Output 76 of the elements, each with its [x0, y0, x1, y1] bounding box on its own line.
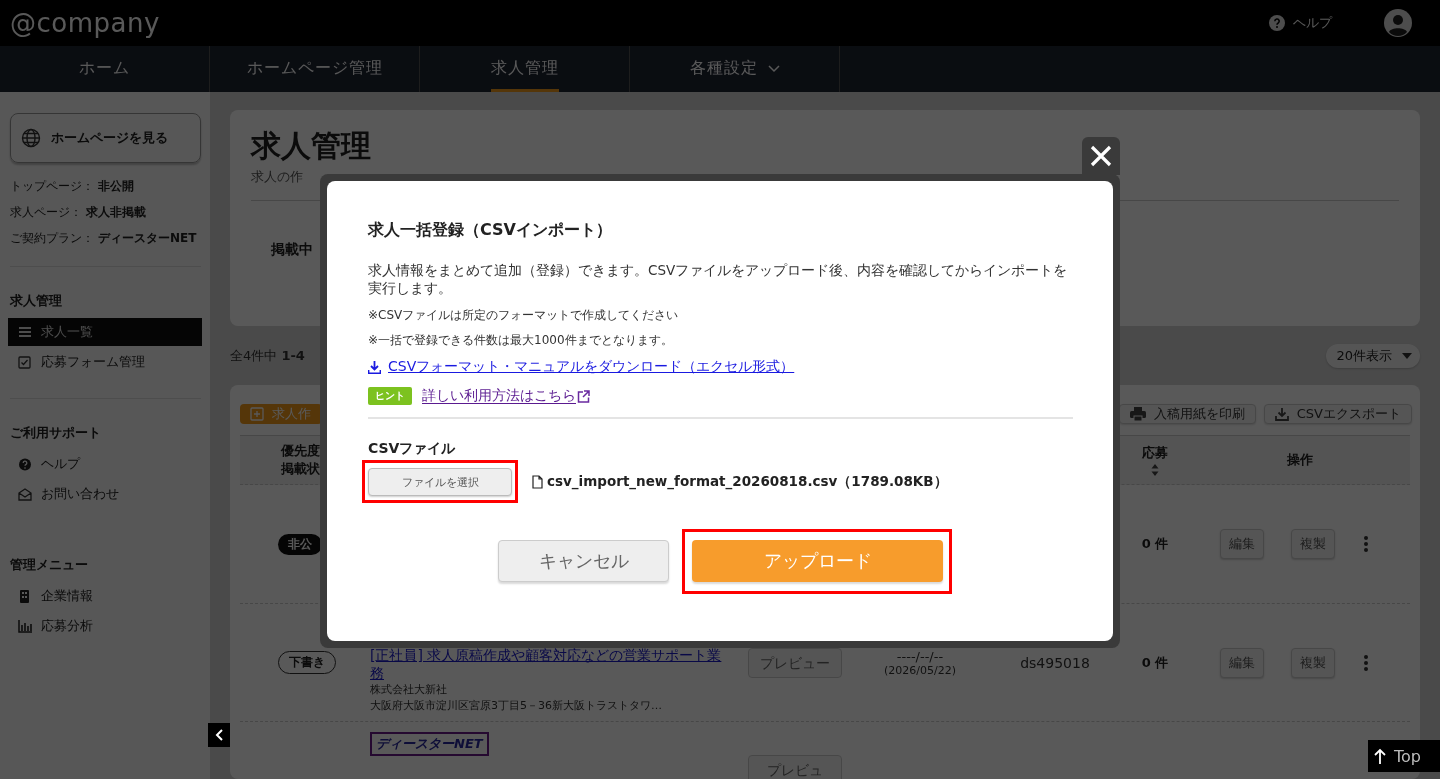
sidebar-item[interactable]: お問い合わせ	[8, 480, 202, 508]
status-label: ご契約プラン：	[10, 229, 94, 247]
print-button[interactable]: 入稿用紙を印刷	[1118, 404, 1256, 424]
application-count: 0 件	[1141, 653, 1169, 672]
plus-square-icon	[250, 407, 264, 421]
caret-icon	[1402, 352, 1412, 359]
help-link[interactable]: ヘルプ	[1293, 14, 1332, 32]
note-text: ※一括で登録できる件数は最大1000件までとなります。	[368, 332, 674, 348]
file-select-button[interactable]: ファイルを選択	[368, 468, 512, 496]
file-name: csv_import_new_format_20260818.csv（1789.08KB）	[547, 473, 948, 491]
arrow-up-icon	[1374, 748, 1386, 764]
download-link[interactable]: CSVフォーマット・マニュアルをダウンロード（エクセル形式）	[388, 358, 795, 376]
nav-tab[interactable]: ホームページ管理	[210, 46, 420, 92]
status-value: 非公開	[98, 177, 134, 195]
sidebar-item[interactable]: 応募分析	[8, 612, 202, 640]
date-text: ----/--/--	[896, 648, 944, 664]
status-value: 求人非掲載	[86, 203, 146, 221]
summary-label: 掲載中	[271, 241, 313, 259]
avatar-icon	[1384, 9, 1412, 37]
file-icon	[532, 475, 543, 489]
sidebar-item[interactable]: 企業情報	[8, 582, 202, 610]
status-label: トップページ：	[10, 177, 94, 195]
modal-description: 求人情報をまとめて追加（登録）できます。CSVファイルをアップロード後、内容を確認してからインポートを実行します。	[368, 261, 1069, 297]
help-icon	[1269, 15, 1285, 31]
back-to-top-button[interactable]: Top	[1368, 740, 1440, 772]
help-link[interactable]: 詳しい利用方法はこちら	[422, 387, 590, 405]
printer-icon	[1129, 407, 1146, 421]
column-header[interactable]: 応募	[1142, 444, 1168, 462]
address-text: 大阪府大阪市淀川区宮原3丁目5－36新大阪トラストタワ…	[370, 698, 662, 714]
modal-title: 求人一括登録（CSVインポート）	[368, 219, 613, 241]
job-title-link[interactable]: [正社員] 求人原稿作成や顧客対応などの営業サポート業務	[370, 646, 730, 682]
more-icon	[1364, 654, 1368, 671]
application-count: 0 件	[1141, 535, 1169, 553]
nav-tab[interactable]: 求人管理	[420, 46, 630, 92]
upload-button[interactable]: アップロード	[692, 540, 943, 582]
download-icon	[1274, 407, 1289, 421]
external-link-icon	[577, 389, 590, 403]
checkbox-icon	[18, 355, 32, 369]
cancel-button[interactable]: キャンセル	[498, 540, 669, 582]
status-label: 求人ページ：	[10, 203, 82, 221]
hint-badge: ヒント	[368, 387, 412, 405]
download-icon	[368, 360, 381, 374]
section-title: 管理メニュー	[10, 556, 89, 574]
note-text: ※CSVファイルは所定のフォーマットで作成してください	[368, 307, 680, 323]
brand-logo: ディースターNET	[370, 732, 489, 756]
view-site-button[interactable]: ホームページを見る	[10, 113, 201, 163]
column-header: 優先度	[281, 442, 320, 460]
help-icon	[18, 457, 32, 471]
page-title: 求人管理	[251, 128, 371, 164]
sidebar-item[interactable]: ヘルプ	[8, 450, 202, 478]
section-title: ご利用サポート	[10, 424, 102, 442]
sidebar-item[interactable]: 応募フォーム管理	[8, 348, 202, 376]
status-badge: 下書き	[278, 651, 336, 674]
sort-icon	[1151, 464, 1159, 476]
nav-tab[interactable]: 各種設定	[630, 46, 840, 92]
more-icon	[1364, 536, 1368, 552]
close-icon	[1090, 145, 1112, 167]
column-header: 掲載状	[281, 460, 320, 478]
logo[interactable]: @company	[10, 8, 160, 38]
create-button[interactable]: 求人作	[240, 404, 322, 424]
globe-icon	[21, 128, 41, 148]
status-badge: 非公	[278, 533, 322, 555]
section-title: 求人管理	[10, 292, 63, 310]
company-name: 株式会社大新社	[370, 682, 447, 698]
status-value: ディースターNET	[98, 229, 197, 247]
chevron-left-icon	[215, 729, 223, 741]
close-button[interactable]	[1082, 137, 1120, 175]
building-icon	[18, 589, 32, 603]
job-id: ds495018	[1020, 654, 1090, 671]
column-header: 操作	[1287, 451, 1313, 469]
envelope-icon	[18, 487, 32, 501]
per-page-select[interactable]: 20件表示	[1326, 343, 1420, 368]
field-label: CSVファイル	[368, 440, 457, 456]
date-text: (2026/05/22)	[884, 663, 956, 677]
collapse-button[interactable]	[208, 723, 230, 747]
bar-chart-icon	[18, 619, 32, 633]
